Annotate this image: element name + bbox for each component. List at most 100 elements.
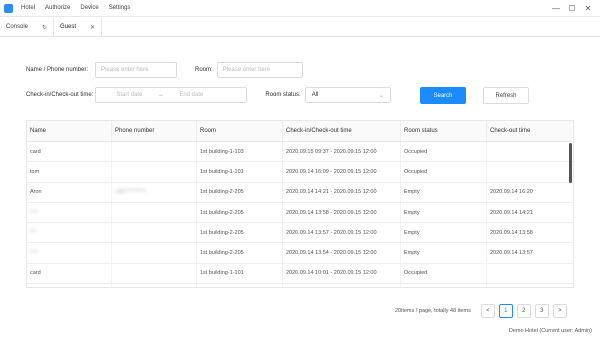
name-cell: ****: [27, 284, 112, 287]
checkout-cell: [487, 162, 573, 181]
name-cell: card: [27, 263, 112, 284]
tab-guest-label: Guest: [60, 24, 77, 30]
pagination-summary: 20items / page, totally 48 items: [395, 308, 471, 314]
room-status-cell: Occupied: [401, 142, 487, 162]
checkin-cell: 2020.09.14 10:01 - 2020.09.15 12:00: [283, 263, 401, 284]
col-header-room-status[interactable]: Room status: [401, 121, 487, 141]
menu-item-settings[interactable]: Settings: [109, 5, 131, 11]
end-date-placeholder: End date: [179, 92, 204, 98]
checkout-cell: [487, 264, 573, 283]
filter-row-1: Name / Phone number: Please enter here R…: [26, 62, 303, 78]
refresh-tab-icon[interactable]: ↻: [42, 24, 47, 31]
room-cell: 1st building-1-101: [197, 162, 283, 182]
room-status-label: Room status:: [265, 92, 301, 98]
table-row[interactable]: tom 1st building-1-101 2020.09.14 16:09 - …: [27, 162, 573, 183]
checkin-cell: 2020.09.14 09:38 - 2020.09.15 12:00: [283, 284, 401, 287]
table-row[interactable]: **** 1st building-2-205 2020.09.14 13:54 -…: [27, 243, 573, 264]
refresh-button[interactable]: Refresh: [483, 87, 529, 104]
table-row[interactable]: **** 1st building-1-1012020.09.14 09:38 -…: [27, 284, 573, 287]
range-arrow-icon: →: [157, 92, 164, 98]
tab-console[interactable]: Console ↻: [0, 18, 55, 36]
phone-cell: [112, 202, 197, 223]
prev-page-button[interactable]: <: [480, 304, 495, 318]
room-cell: 1st building-1-101: [197, 263, 283, 284]
page-button-1[interactable]: 1: [498, 304, 513, 318]
name-cell: ***: [27, 223, 112, 243]
table-row[interactable]: card 1st building-1-103 2020.09.15 09:37 -…: [27, 142, 573, 163]
menu-item-hotel[interactable]: Hotel: [21, 5, 35, 11]
checkout-cell: 2020.09.14 ...: [487, 284, 573, 287]
name-cell: Aron: [27, 182, 112, 202]
room-status-cell: Empty: [401, 202, 487, 223]
chevron-down-icon: ⌄: [378, 92, 384, 99]
checkout-cell: [487, 142, 573, 161]
room-status-cell: Empty: [401, 243, 487, 263]
phone-cell: [112, 142, 197, 162]
table-row[interactable]: **** 1st building-2-205 2020.09.14 13:58 -…: [27, 202, 573, 224]
phone-cell: +86**********: [112, 182, 197, 202]
name-cell: ****: [27, 243, 112, 263]
checkout-cell: 2020.09.14 13:58: [490, 229, 533, 236]
menu-item-authorize[interactable]: Authorize: [45, 5, 70, 11]
date-range-picker[interactable]: Start date → End date: [95, 87, 248, 103]
table-scrollbar[interactable]: [569, 143, 572, 183]
col-header-checkin[interactable]: Check-in/Check-out time: [283, 121, 401, 141]
search-button[interactable]: Search: [420, 87, 466, 104]
room-input[interactable]: Please enter here: [216, 62, 303, 78]
room-placeholder: Please enter here: [222, 67, 271, 73]
checkout-cell: 2020.09.14 16:20: [490, 189, 533, 196]
table-header: Name Phone number Room Check-in/Check-ou…: [27, 121, 573, 142]
tab-console-label: Console: [6, 24, 29, 30]
close-icon[interactable]: ✕: [580, 3, 596, 14]
table-row[interactable]: Aron +86********** 1st building-2-205 2020.…: [27, 182, 573, 203]
status-bar: Demo Hotel (Current user: Admin): [508, 328, 592, 334]
app-logo-icon: [4, 3, 13, 13]
checkin-cell: 2020.09.14 13:58 - 2020.09.15 12:00: [283, 202, 401, 223]
name-cell: tom: [27, 162, 112, 182]
table-body: card 1st building-1-103 2020.09.15 09:37 -…: [27, 142, 573, 287]
col-header-checkout[interactable]: Check-out time: [487, 121, 573, 141]
checkin-checkout-label: Check-in/Check-out time:: [26, 92, 94, 98]
name-phone-input[interactable]: Please enter here: [95, 62, 178, 78]
checkin-cell: 2020.09.15 09:37 - 2020.09.15 12:00: [283, 142, 401, 162]
pagination: 20items / page, totally 48 items < 1 2 3…: [395, 304, 567, 318]
room-label: Room:: [195, 67, 213, 73]
table-row[interactable]: *** 1st building-2-205 2020.09.14 13:57 - …: [27, 223, 573, 244]
page-button-3[interactable]: 3: [534, 304, 549, 318]
filter-row-2: Check-in/Check-out time: Start date → En…: [26, 87, 391, 103]
checkin-cell: 2020.09.14 13:54 - 2020.09.15 12:00: [283, 243, 401, 263]
checkout-cell: 2020.09.14 14:21: [490, 209, 533, 216]
table-row[interactable]: card 1st building-1-101 2020.09.14 10:01 -…: [27, 263, 573, 285]
room-status-cell: Occupied: [401, 263, 487, 284]
tab-bar: Console ↻ Guest ✕: [0, 18, 600, 37]
checkout-cell: 2020.09.14 13:57: [490, 250, 533, 257]
phone-cell: [112, 243, 197, 263]
minimize-icon[interactable]: —: [548, 3, 564, 14]
col-header-phone[interactable]: Phone number: [112, 121, 197, 141]
checkin-cell: 2020.09.14 16:09 - 2020.09.15 12:00: [283, 162, 401, 182]
name-cell: card: [27, 142, 112, 162]
col-header-name[interactable]: Name: [27, 121, 112, 141]
page-button-2[interactable]: 2: [516, 304, 531, 318]
name-phone-label: Name / Phone number:: [26, 67, 89, 73]
room-cell: 1st building-2-205: [197, 182, 283, 202]
maximize-icon[interactable]: ☐: [564, 3, 580, 14]
room-cell: 1st building-1-103: [197, 142, 283, 162]
guest-table: Name Phone number Room Check-in/Check-ou…: [26, 120, 574, 288]
room-status-value: All: [311, 92, 319, 98]
room-cell: 1st building-2-205: [197, 202, 283, 223]
phone-cell: [112, 162, 197, 182]
phone-cell: [112, 223, 197, 243]
room-cell: 1st building-2-205: [197, 223, 283, 243]
phone-cell: [112, 263, 197, 284]
menu-bar: Hotel Authorize Device Settings: [21, 5, 140, 11]
next-page-button[interactable]: >: [552, 304, 567, 318]
col-header-room[interactable]: Room: [197, 121, 283, 141]
checkin-cell: 2020.09.14 14:21 - 2020.09.15 12:00: [283, 182, 401, 202]
room-status-cell: Occupied: [401, 162, 487, 182]
close-tab-icon[interactable]: ✕: [90, 24, 95, 31]
window-controls: — ☐ ✕: [548, 3, 596, 14]
room-status-select[interactable]: All ⌄: [304, 87, 391, 103]
tab-guest[interactable]: Guest ✕: [54, 18, 103, 36]
menu-item-device[interactable]: Device: [80, 5, 98, 11]
